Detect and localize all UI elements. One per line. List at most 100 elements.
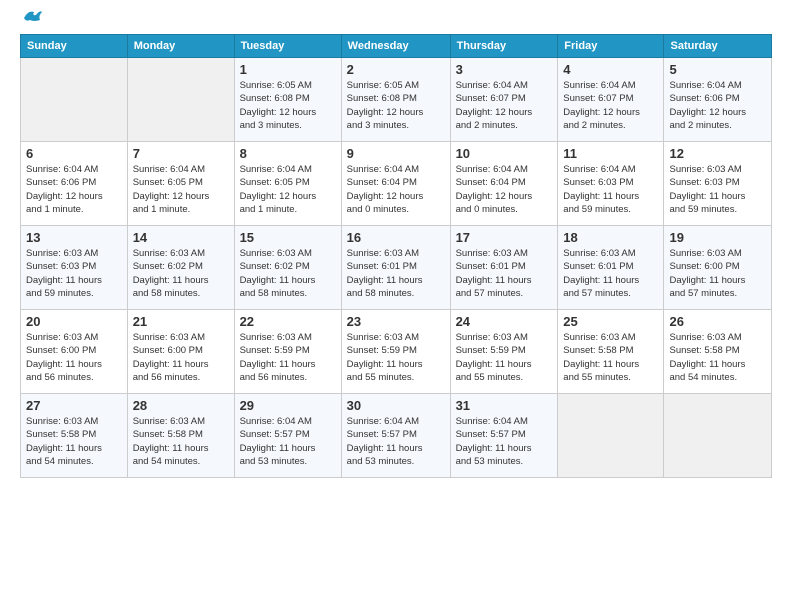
day-info: Sunrise: 6:04 AM Sunset: 6:06 PM Dayligh…	[669, 79, 766, 132]
logo	[20, 18, 44, 26]
calendar-cell	[21, 58, 128, 142]
day-number: 14	[133, 230, 229, 245]
calendar-cell: 2 Sunrise: 6:05 AM Sunset: 6:08 PM Daylig…	[341, 58, 450, 142]
day-number: 24	[456, 314, 553, 329]
day-info: Sunrise: 6:03 AM Sunset: 5:58 PM Dayligh…	[133, 415, 229, 468]
calendar-cell: 31Sunrise: 6:04 AM Sunset: 5:57 PM Dayli…	[450, 394, 558, 478]
calendar-cell: 5Sunrise: 6:04 AM Sunset: 6:06 PM Daylig…	[664, 58, 772, 142]
calendar-cell: 24 Sunrise: 6:03 AM Sunset: 5:59 PM Dayli…	[450, 310, 558, 394]
day-info: Sunrise: 6:03 AM Sunset: 6:01 PM Dayligh…	[347, 247, 445, 300]
day-number: 23	[347, 314, 445, 329]
day-number: 1	[240, 62, 336, 77]
day-number: 15	[240, 230, 336, 245]
day-number: 30	[347, 398, 445, 413]
day-number: 28	[133, 398, 229, 413]
calendar-cell	[558, 394, 664, 478]
logo-bird-icon	[22, 8, 44, 26]
day-info: Sunrise: 6:04 AM Sunset: 6:03 PM Dayligh…	[563, 163, 658, 216]
calendar-week-row: 13Sunrise: 6:03 AM Sunset: 6:03 PM Dayli…	[21, 226, 772, 310]
calendar-cell: 28 Sunrise: 6:03 AM Sunset: 5:58 PM Dayli…	[127, 394, 234, 478]
calendar-cell: 6 Sunrise: 6:04 AM Sunset: 6:06 PM Daylig…	[21, 142, 128, 226]
day-number: 9	[347, 146, 445, 161]
day-info: Sunrise: 6:04 AM Sunset: 6:05 PM Dayligh…	[240, 163, 336, 216]
calendar-cell: 30Sunrise: 6:04 AM Sunset: 5:57 PM Dayli…	[341, 394, 450, 478]
calendar-cell: 7 Sunrise: 6:04 AM Sunset: 6:05 PM Daylig…	[127, 142, 234, 226]
day-info: Sunrise: 6:03 AM Sunset: 5:59 PM Dayligh…	[240, 331, 336, 384]
calendar-header-row: SundayMondayTuesdayWednesdayThursdayFrid…	[21, 35, 772, 58]
day-number: 18	[563, 230, 658, 245]
day-info: Sunrise: 6:04 AM Sunset: 5:57 PM Dayligh…	[240, 415, 336, 468]
day-of-week-header: Monday	[127, 35, 234, 58]
calendar-cell	[664, 394, 772, 478]
calendar-cell: 18Sunrise: 6:03 AM Sunset: 6:01 PM Dayli…	[558, 226, 664, 310]
calendar-cell: 11 Sunrise: 6:04 AM Sunset: 6:03 PM Dayli…	[558, 142, 664, 226]
day-of-week-header: Thursday	[450, 35, 558, 58]
day-info: Sunrise: 6:04 AM Sunset: 6:04 PM Dayligh…	[347, 163, 445, 216]
calendar-cell: 21 Sunrise: 6:03 AM Sunset: 6:00 PM Dayli…	[127, 310, 234, 394]
day-number: 20	[26, 314, 122, 329]
day-info: Sunrise: 6:03 AM Sunset: 6:00 PM Dayligh…	[133, 331, 229, 384]
calendar-cell: 22 Sunrise: 6:03 AM Sunset: 5:59 PM Dayli…	[234, 310, 341, 394]
day-number: 10	[456, 146, 553, 161]
calendar-week-row: 20 Sunrise: 6:03 AM Sunset: 6:00 PM Dayli…	[21, 310, 772, 394]
calendar-week-row: 1 Sunrise: 6:05 AM Sunset: 6:08 PM Daylig…	[21, 58, 772, 142]
day-info: Sunrise: 6:03 AM Sunset: 6:02 PM Dayligh…	[133, 247, 229, 300]
day-number: 16	[347, 230, 445, 245]
day-of-week-header: Saturday	[664, 35, 772, 58]
day-number: 17	[456, 230, 553, 245]
day-of-week-header: Tuesday	[234, 35, 341, 58]
calendar-cell: 14 Sunrise: 6:03 AM Sunset: 6:02 PM Dayli…	[127, 226, 234, 310]
day-number: 19	[669, 230, 766, 245]
day-number: 25	[563, 314, 658, 329]
day-number: 26	[669, 314, 766, 329]
calendar-cell: 25 Sunrise: 6:03 AM Sunset: 5:58 PM Dayli…	[558, 310, 664, 394]
day-number: 12	[669, 146, 766, 161]
day-number: 7	[133, 146, 229, 161]
day-info: Sunrise: 6:05 AM Sunset: 6:08 PM Dayligh…	[240, 79, 336, 132]
day-number: 6	[26, 146, 122, 161]
calendar-cell: 3Sunrise: 6:04 AM Sunset: 6:07 PM Daylig…	[450, 58, 558, 142]
day-number: 2	[347, 62, 445, 77]
day-info: Sunrise: 6:04 AM Sunset: 6:07 PM Dayligh…	[563, 79, 658, 132]
day-info: Sunrise: 6:03 AM Sunset: 5:58 PM Dayligh…	[26, 415, 122, 468]
calendar-cell: 16 Sunrise: 6:03 AM Sunset: 6:01 PM Dayli…	[341, 226, 450, 310]
day-info: Sunrise: 6:04 AM Sunset: 6:04 PM Dayligh…	[456, 163, 553, 216]
day-number: 22	[240, 314, 336, 329]
day-info: Sunrise: 6:03 AM Sunset: 6:00 PM Dayligh…	[669, 247, 766, 300]
day-info: Sunrise: 6:03 AM Sunset: 5:58 PM Dayligh…	[669, 331, 766, 384]
calendar-cell: 8 Sunrise: 6:04 AM Sunset: 6:05 PM Daylig…	[234, 142, 341, 226]
day-of-week-header: Sunday	[21, 35, 128, 58]
day-info: Sunrise: 6:03 AM Sunset: 6:03 PM Dayligh…	[669, 163, 766, 216]
day-info: Sunrise: 6:03 AM Sunset: 6:03 PM Dayligh…	[26, 247, 122, 300]
day-info: Sunrise: 6:04 AM Sunset: 6:05 PM Dayligh…	[133, 163, 229, 216]
day-info: Sunrise: 6:03 AM Sunset: 5:59 PM Dayligh…	[347, 331, 445, 384]
day-number: 11	[563, 146, 658, 161]
calendar-cell: 19 Sunrise: 6:03 AM Sunset: 6:00 PM Dayli…	[664, 226, 772, 310]
calendar-week-row: 27Sunrise: 6:03 AM Sunset: 5:58 PM Dayli…	[21, 394, 772, 478]
calendar-cell: 29 Sunrise: 6:04 AM Sunset: 5:57 PM Dayli…	[234, 394, 341, 478]
day-info: Sunrise: 6:03 AM Sunset: 6:00 PM Dayligh…	[26, 331, 122, 384]
day-number: 21	[133, 314, 229, 329]
day-of-week-header: Friday	[558, 35, 664, 58]
day-info: Sunrise: 6:03 AM Sunset: 5:59 PM Dayligh…	[456, 331, 553, 384]
calendar-cell: 17 Sunrise: 6:03 AM Sunset: 6:01 PM Dayli…	[450, 226, 558, 310]
day-number: 29	[240, 398, 336, 413]
calendar-cell: 12 Sunrise: 6:03 AM Sunset: 6:03 PM Dayli…	[664, 142, 772, 226]
day-info: Sunrise: 6:03 AM Sunset: 6:01 PM Dayligh…	[456, 247, 553, 300]
day-info: Sunrise: 6:04 AM Sunset: 5:57 PM Dayligh…	[456, 415, 553, 468]
calendar-cell: 1 Sunrise: 6:05 AM Sunset: 6:08 PM Daylig…	[234, 58, 341, 142]
header	[20, 18, 772, 26]
calendar-table: SundayMondayTuesdayWednesdayThursdayFrid…	[20, 34, 772, 478]
day-info: Sunrise: 6:04 AM Sunset: 6:06 PM Dayligh…	[26, 163, 122, 216]
day-info: Sunrise: 6:04 AM Sunset: 6:07 PM Dayligh…	[456, 79, 553, 132]
calendar-cell: 20 Sunrise: 6:03 AM Sunset: 6:00 PM Dayli…	[21, 310, 128, 394]
calendar-cell: 9 Sunrise: 6:04 AM Sunset: 6:04 PM Daylig…	[341, 142, 450, 226]
calendar-cell: 23 Sunrise: 6:03 AM Sunset: 5:59 PM Dayli…	[341, 310, 450, 394]
day-number: 4	[563, 62, 658, 77]
day-of-week-header: Wednesday	[341, 35, 450, 58]
calendar-cell: 27Sunrise: 6:03 AM Sunset: 5:58 PM Dayli…	[21, 394, 128, 478]
day-info: Sunrise: 6:03 AM Sunset: 5:58 PM Dayligh…	[563, 331, 658, 384]
calendar-cell: 4 Sunrise: 6:04 AM Sunset: 6:07 PM Daylig…	[558, 58, 664, 142]
day-info: Sunrise: 6:05 AM Sunset: 6:08 PM Dayligh…	[347, 79, 445, 132]
day-number: 8	[240, 146, 336, 161]
